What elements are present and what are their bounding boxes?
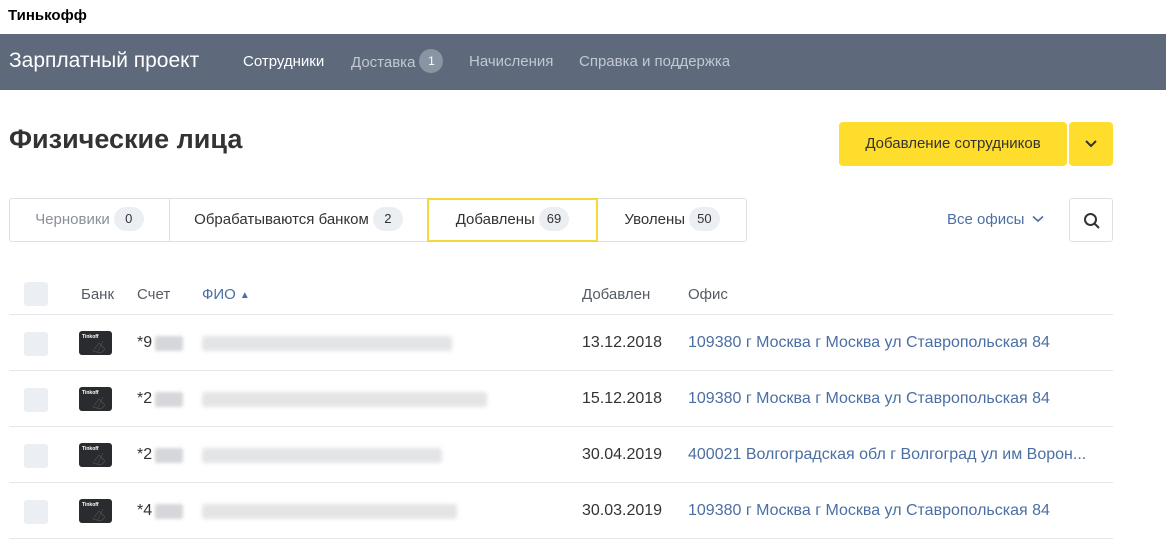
added-date: 30.04.2019	[582, 446, 663, 463]
card-pattern	[92, 452, 106, 466]
added-date: 30.03.2019	[582, 502, 663, 519]
row-checkbox[interactable]	[24, 444, 48, 468]
nav-item-label: Сотрудники	[243, 53, 325, 70]
nav-item-help[interactable]: Справка и поддержка	[579, 53, 730, 70]
employee-name-redacted[interactable]	[202, 392, 487, 407]
page-title: Физические лица	[9, 124, 243, 154]
brand-title[interactable]: Зарплатный проект	[9, 49, 199, 73]
status-tabs: Черновики 0 Обрабатываются банком 2 Добавл…	[9, 198, 747, 242]
add-employees-button[interactable]: Добавление сотрудников	[839, 122, 1067, 166]
chevron-down-icon	[1032, 215, 1044, 223]
table-header: Банк Счет ФИО ▲ Добавлен Офис	[9, 270, 1113, 315]
sort-asc-icon: ▲	[239, 290, 250, 301]
account-number: *9	[137, 334, 153, 351]
tab-count-badge: 69	[538, 207, 570, 232]
table-row[interactable]: Tinkoff *2 30.04.2019 400021 Волгоградск…	[9, 427, 1113, 483]
tab-count-badge: 0	[113, 207, 144, 232]
office-link[interactable]: 400021 Волгоградская обл г Волгоград ул …	[688, 446, 1113, 464]
tab-fired[interactable]: Уволены 50	[598, 199, 746, 241]
tinkoff-card-icon: Tinkoff	[79, 387, 112, 411]
nav-item-accruals[interactable]: Начисления	[469, 53, 553, 70]
delivery-count-badge: 1	[419, 49, 444, 73]
column-header-office[interactable]: Офис	[688, 286, 728, 303]
office-filter-dropdown[interactable]: Все офисы	[947, 211, 1044, 228]
tab-label: Черновики	[35, 211, 110, 228]
select-all-checkbox[interactable]	[24, 282, 48, 306]
office-link[interactable]: 109380 г Москва г Москва ул Ставропольск…	[688, 502, 1113, 520]
row-checkbox[interactable]	[24, 388, 48, 412]
account-number: *2	[137, 446, 153, 463]
added-date: 13.12.2018	[582, 334, 663, 351]
card-pattern	[92, 340, 106, 354]
tab-count-badge: 2	[372, 207, 403, 232]
tab-drafts[interactable]: Черновики 0	[10, 199, 169, 241]
nav-item-delivery[interactable]: Доставка 1	[351, 49, 444, 75]
tab-label: Уволены	[624, 211, 686, 228]
nav-item-employees[interactable]: Сотрудники	[243, 53, 324, 70]
employee-name-redacted[interactable]	[202, 336, 452, 351]
tab-label: Обрабатываются банком	[194, 211, 369, 228]
tab-processing[interactable]: Обрабатываются банком 2	[170, 199, 427, 241]
table-row[interactable]: Tinkoff *9 13.12.2018 109380 г Москва г …	[9, 315, 1113, 371]
row-checkbox[interactable]	[24, 332, 48, 356]
chevron-down-icon	[1085, 140, 1097, 148]
table-row[interactable]: Tinkoff *2 15.12.2018 109380 г Москва г …	[9, 371, 1113, 427]
card-pattern	[92, 508, 106, 522]
table-row[interactable]: Tinkoff *4 30.03.2019 109380 г Москва г …	[9, 483, 1113, 539]
window-title: Тинькофф	[8, 7, 87, 24]
window-titlebar: Тинькофф	[0, 0, 1166, 34]
search-icon	[1084, 213, 1100, 229]
tinkoff-card-icon: Tinkoff	[79, 443, 112, 467]
column-header-name-label: ФИО	[202, 286, 236, 303]
account-number: *4	[137, 502, 153, 519]
account-redacted	[155, 336, 183, 351]
column-header-added[interactable]: Добавлен	[582, 286, 650, 303]
nav-item-label: Начисления	[469, 53, 554, 70]
office-link[interactable]: 109380 г Москва г Москва ул Ставропольск…	[688, 334, 1113, 352]
employee-name-redacted[interactable]	[202, 504, 457, 519]
nav-item-label: Справка и поддержка	[579, 53, 731, 70]
tinkoff-card-icon: Tinkoff	[79, 499, 112, 523]
employee-name-redacted[interactable]	[202, 448, 442, 463]
tab-label: Добавлены	[455, 211, 535, 228]
search-button[interactable]	[1069, 198, 1113, 242]
nav-item-label: Доставка	[351, 53, 416, 71]
column-header-bank[interactable]: Банк	[81, 286, 114, 303]
account-redacted	[155, 392, 183, 407]
column-header-name[interactable]: ФИО ▲	[202, 286, 250, 303]
top-navigation: Зарплатный проект Сотрудники Доставка 1 Н…	[0, 34, 1166, 90]
column-header-account[interactable]: Счет	[137, 286, 170, 303]
account-number: *2	[137, 390, 153, 407]
tinkoff-card-icon: Tinkoff	[79, 331, 112, 355]
card-pattern	[92, 396, 106, 410]
office-filter-label: Все офисы	[947, 211, 1025, 228]
add-employees-dropdown-button[interactable]	[1069, 122, 1113, 166]
row-checkbox[interactable]	[24, 500, 48, 524]
office-link[interactable]: 109380 г Москва г Москва ул Ставропольск…	[688, 390, 1113, 408]
account-redacted	[155, 448, 183, 463]
tab-count-badge: 50	[689, 207, 720, 232]
tab-added[interactable]: Добавлены 69	[427, 198, 598, 242]
added-date: 15.12.2018	[582, 390, 663, 407]
account-redacted	[155, 504, 183, 519]
